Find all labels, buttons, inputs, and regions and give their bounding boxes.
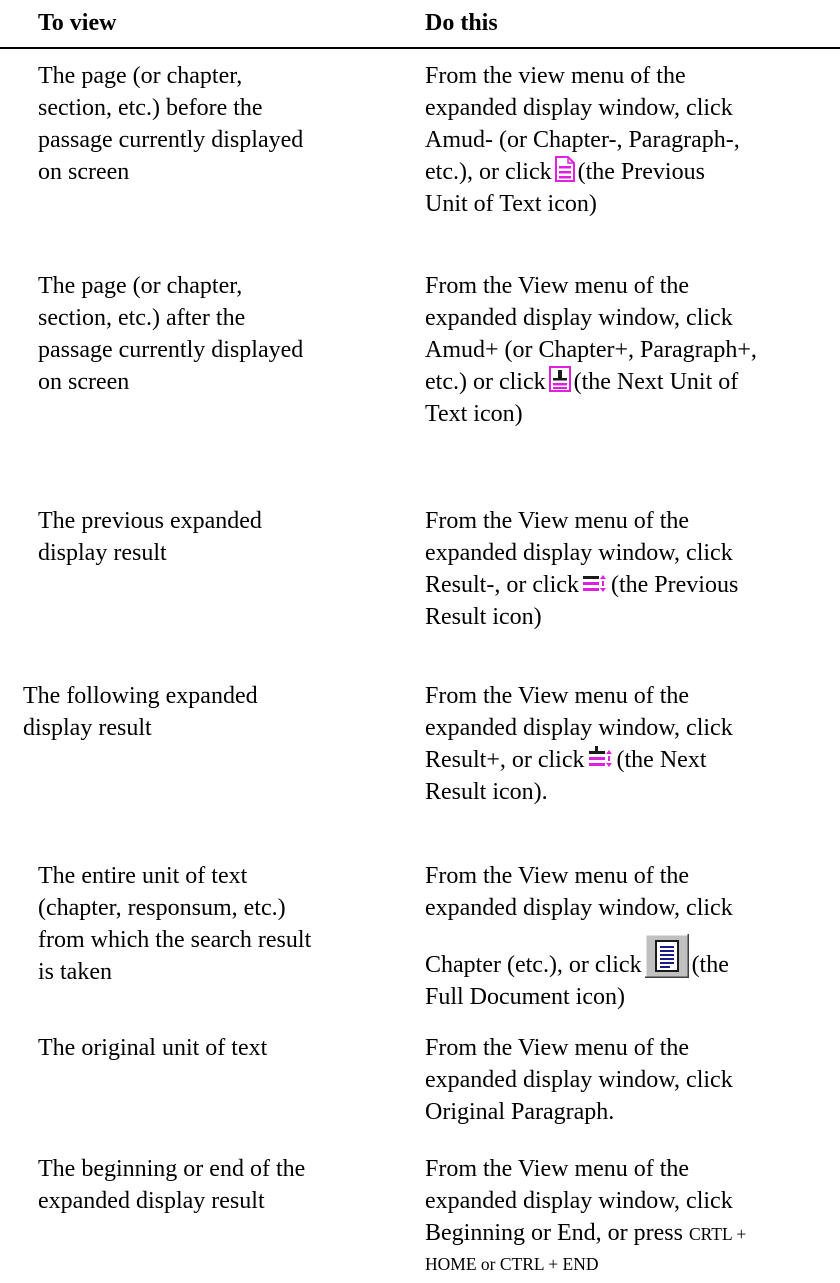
row-4-to-view: The following expanded display result — [23, 683, 258, 741]
previous-unit-of-text-icon — [554, 156, 575, 182]
full-document-icon — [644, 934, 689, 978]
row-2-do-this: From the View menu of the expanded displ… — [425, 273, 757, 427]
row-2-to-view: The page (or chapter, section, etc.) afte… — [38, 273, 304, 395]
row-4-do-this: From the View menu of the expanded displ… — [425, 683, 733, 805]
row-3-to-view: The previous expanded display result — [38, 508, 262, 566]
row-5-to-view: The entire unit of text (chapter, respons… — [38, 863, 312, 985]
column-header-to-view: To view — [38, 10, 117, 36]
row-6-do-this: From the View menu of the expanded displ… — [425, 1035, 733, 1125]
row-5-do-this: From the View menu of the expanded displ… — [425, 863, 733, 1010]
row-1-do-this: From the view menu of the expanded displ… — [425, 63, 740, 217]
row-7-do-this: From the View menu of the expanded displ… — [425, 1156, 747, 1274]
row-1-to-view: The page (or chapter, section, etc.) befo… — [38, 63, 304, 185]
row-6-to-view: The original unit of text — [38, 1035, 268, 1061]
next-result-icon — [588, 746, 614, 770]
column-header-do-this: Do this — [425, 10, 498, 36]
next-unit-of-text-icon — [548, 366, 571, 392]
previous-result-icon — [582, 573, 608, 595]
header-rule — [0, 47, 840, 49]
row-3-do-this: From the View menu of the expanded displ… — [425, 508, 739, 630]
row-7-to-view: The beginning or end of the expanded disp… — [38, 1156, 306, 1214]
